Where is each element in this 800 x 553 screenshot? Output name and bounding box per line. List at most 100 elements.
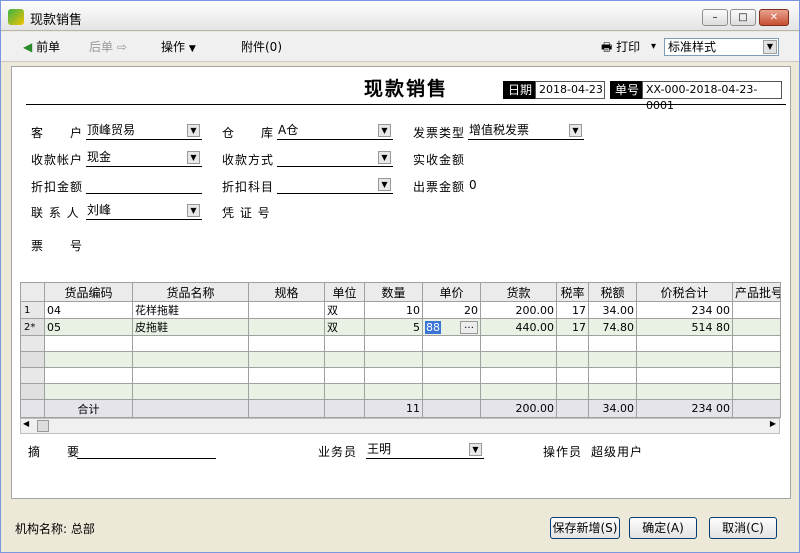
scroll-thumb[interactable]	[37, 420, 49, 432]
items-grid[interactable]: 货品编码 货品名称 规格 单位 数量 单价 货款 税率 税额 价税合计 产品批号…	[20, 282, 781, 418]
cell[interactable]	[732, 335, 781, 352]
cell[interactable]	[324, 351, 365, 368]
cell[interactable]	[44, 383, 133, 400]
cell[interactable]	[44, 367, 133, 384]
cell-name[interactable]: 花样拖鞋	[132, 301, 249, 319]
discount-field[interactable]	[86, 176, 202, 194]
contact-field[interactable]: 刘峰 ▼	[86, 202, 202, 220]
maximize-button[interactable]: □	[730, 9, 756, 26]
cell[interactable]	[636, 335, 733, 352]
cell-tax[interactable]: 34.00	[588, 301, 637, 319]
cell[interactable]	[732, 367, 781, 384]
invoice-type-field[interactable]: 增值税发票 ▼	[468, 122, 584, 140]
cell[interactable]	[588, 367, 637, 384]
col-header-batch[interactable]: 产品批号	[732, 282, 781, 302]
cell[interactable]	[248, 351, 325, 368]
save-new-button[interactable]: 保存新增(S)	[550, 517, 620, 539]
cell[interactable]	[636, 383, 733, 400]
ok-button[interactable]: 确定(A)	[629, 517, 697, 539]
cell-price[interactable]: 20	[422, 301, 481, 319]
cell-unit[interactable]: 双	[324, 301, 365, 319]
cell[interactable]	[364, 367, 423, 384]
row-header[interactable]: 1	[20, 301, 45, 319]
cell[interactable]	[422, 367, 481, 384]
cell[interactable]	[132, 351, 249, 368]
cell[interactable]	[480, 383, 557, 400]
row-header[interactable]: 2*	[20, 318, 45, 336]
warehouse-field[interactable]: A仓 ▼	[277, 122, 393, 140]
cell[interactable]	[324, 383, 365, 400]
pay-method-field[interactable]: ▼	[277, 149, 393, 167]
cell[interactable]	[364, 335, 423, 352]
table-row[interactable]	[20, 367, 781, 384]
cell-total[interactable]: 514 80	[636, 318, 733, 336]
salesman-field[interactable]: 王明 ▼	[366, 441, 484, 459]
cell[interactable]	[556, 367, 589, 384]
cell[interactable]	[324, 335, 365, 352]
ellipsis-icon[interactable]: …	[460, 320, 478, 334]
col-header-amount[interactable]: 货款	[480, 282, 557, 302]
minimize-button[interactable]: –	[702, 9, 728, 26]
memo-field[interactable]	[77, 441, 216, 459]
close-button[interactable]: ✕	[759, 9, 789, 26]
scroll-left-icon[interactable]: ◀	[23, 419, 29, 428]
cell-qty[interactable]: 10	[364, 301, 423, 319]
cell-price-editing[interactable]: 88 …	[422, 318, 481, 336]
cell-batch[interactable]	[732, 318, 781, 336]
cell[interactable]	[422, 351, 481, 368]
cell[interactable]	[588, 383, 637, 400]
cell-code[interactable]: 05	[44, 318, 133, 336]
cell-amount[interactable]: 200.00	[480, 301, 557, 319]
cell[interactable]	[556, 383, 589, 400]
horizontal-scrollbar[interactable]: ◀ ▶	[20, 418, 780, 434]
print-button[interactable]: 🖶 打印	[601, 39, 640, 55]
cell-spec[interactable]	[248, 301, 325, 319]
cell[interactable]	[480, 367, 557, 384]
table-row[interactable]	[20, 351, 781, 368]
col-header-unit[interactable]: 单位	[324, 282, 365, 302]
discount-subject-field[interactable]: ▼	[277, 176, 393, 194]
col-header-qty[interactable]: 数量	[364, 282, 423, 302]
cancel-button[interactable]: 取消(C)	[709, 517, 777, 539]
cell[interactable]	[132, 367, 249, 384]
col-header-total[interactable]: 价税合计	[636, 282, 733, 302]
date-field[interactable]: 2018-04-23	[535, 81, 605, 99]
table-row[interactable]: 2* 05 皮拖鞋 双 5 88 … 440.00 17 74.80 514 8…	[20, 318, 781, 336]
cell[interactable]	[364, 351, 423, 368]
cell[interactable]	[636, 351, 733, 368]
col-header-name[interactable]: 货品名称	[132, 282, 249, 302]
cell[interactable]	[44, 351, 133, 368]
col-header-tax[interactable]: 税额	[588, 282, 637, 302]
cell[interactable]	[364, 383, 423, 400]
cell[interactable]	[556, 335, 589, 352]
cell-batch[interactable]	[732, 301, 781, 319]
account-field[interactable]: 现金 ▼	[86, 149, 202, 167]
cell-name[interactable]: 皮拖鞋	[132, 318, 249, 336]
docno-field[interactable]: XX-000-2018-04-23-0001	[642, 81, 782, 112]
print-style-select[interactable]: 标准样式 ▼	[664, 38, 779, 56]
table-row[interactable]	[20, 335, 781, 352]
cell[interactable]	[248, 383, 325, 400]
table-row[interactable]	[20, 383, 781, 400]
customer-field[interactable]: 顶峰贸易 ▼	[86, 122, 202, 140]
cell[interactable]	[732, 351, 781, 368]
cell-total[interactable]: 234 00	[636, 301, 733, 319]
next-button[interactable]: 后单 ⇨	[89, 39, 127, 55]
cell-unit[interactable]: 双	[324, 318, 365, 336]
cell[interactable]	[248, 335, 325, 352]
cell[interactable]	[422, 335, 481, 352]
operations-menu[interactable]: 操作 ▼	[161, 39, 196, 55]
col-header-spec[interactable]: 规格	[248, 282, 325, 302]
table-row[interactable]: 1 04 花样拖鞋 双 10 20 200.00 17 34.00 234 00	[20, 301, 781, 319]
cell[interactable]	[588, 335, 637, 352]
cell[interactable]	[480, 351, 557, 368]
cell-code[interactable]: 04	[44, 301, 133, 319]
cell[interactable]	[588, 351, 637, 368]
cell-qty[interactable]: 5	[364, 318, 423, 336]
row-header[interactable]	[20, 351, 45, 368]
cell-amount[interactable]: 440.00	[480, 318, 557, 336]
col-header-code[interactable]: 货品编码	[44, 282, 133, 302]
cell[interactable]	[132, 335, 249, 352]
cell-rate[interactable]: 17	[556, 301, 589, 319]
cell[interactable]	[480, 335, 557, 352]
